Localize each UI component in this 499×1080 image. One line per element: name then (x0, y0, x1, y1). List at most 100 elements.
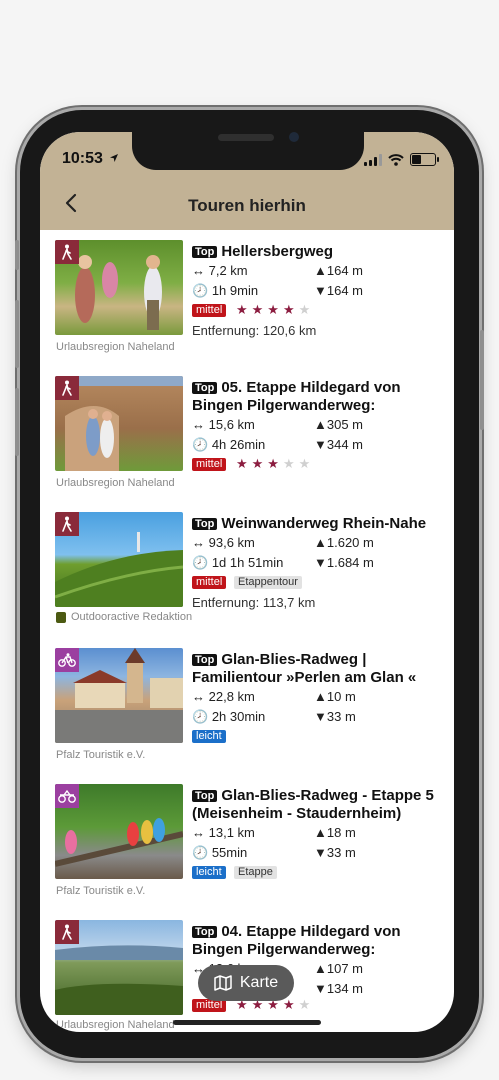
tour-item[interactable]: Urlaubsregion Naheland Top 05. Etappe Hil… (40, 376, 454, 504)
draisine-icon (55, 784, 79, 808)
home-indicator[interactable] (173, 1020, 321, 1025)
tour-name: Top Glan-Blies-Radweg | Familientour »Per… (192, 651, 417, 686)
distance-icon: ↔ (192, 825, 209, 840)
side-button-silent (15, 240, 19, 270)
tour-distance: ↔ 93,6 km (192, 535, 255, 550)
top-badge: Top (192, 518, 218, 530)
hiking-icon (55, 376, 79, 400)
cellular-signal-icon (364, 154, 382, 166)
difficulty-badge: leicht (192, 866, 226, 879)
tour-thumbnail (55, 648, 183, 743)
tour-descent: ▼33 m (314, 709, 356, 724)
clock-icon: 🕗 (192, 555, 212, 570)
hiking-icon (55, 920, 79, 944)
ascent-icon: ▲ (314, 961, 327, 976)
difficulty-badge: leicht (192, 730, 226, 743)
tour-ascent: ▲1.620 m (314, 535, 374, 550)
ascent-icon: ▲ (314, 535, 327, 550)
side-button-volume-down (15, 388, 19, 456)
tour-ascent: ▲305 m (314, 417, 364, 432)
clock-icon: 🕗 (192, 709, 212, 724)
status-icons (364, 152, 439, 166)
top-badge: Top (192, 654, 218, 666)
notch (132, 132, 364, 170)
difficulty-badge: mittel (192, 458, 227, 471)
side-button-volume-up (15, 300, 19, 368)
tour-duration: 🕗 55min (192, 845, 248, 860)
tour-thumbnail (55, 240, 183, 335)
distance-icon: ↔ (192, 689, 209, 704)
distance-icon: ↔ (192, 417, 209, 432)
difficulty-badge: mittel (192, 304, 227, 317)
distance-icon: ↔ (192, 535, 209, 550)
rating-stars: ★★★★★ (236, 302, 315, 317)
tour-descent: ▼344 m (314, 437, 364, 452)
tour-source: Pfalz Touristik e.V. (56, 749, 146, 761)
front-camera (289, 132, 299, 142)
battery-icon (410, 153, 439, 166)
phone-screen: 10:53 Touren hierhin Urlaubsregion Nahel… (40, 132, 454, 1032)
descent-icon: ▼ (314, 845, 327, 860)
tour-duration: 🕗 1h 9min (192, 283, 259, 298)
tour-entfernung: Entfernung: 113,7 km (192, 595, 316, 610)
cycling-icon (55, 648, 79, 672)
ascent-icon: ▲ (314, 417, 327, 432)
source-logo-icon (56, 612, 66, 623)
tour-ascent: ▲164 m (314, 263, 364, 278)
map-icon (214, 975, 232, 991)
type-badge: Etappentour (234, 576, 302, 589)
map-button-label: Karte (239, 974, 279, 991)
tour-distance: ↔ 22,8 km (192, 689, 255, 704)
tour-thumbnail (55, 920, 183, 1015)
tour-item[interactable]: Pfalz Touristik e.V. Top Glan-Blies-Radwe… (40, 648, 454, 776)
top-badge: Top (192, 926, 218, 938)
tour-thumbnail (55, 512, 183, 607)
tour-name: Top 04. Etappe Hildegard von Bingen Pilge… (192, 923, 401, 958)
speaker (218, 134, 274, 141)
tour-item[interactable]: Outdooractive Redaktion Top Weinwanderweg… (40, 512, 454, 640)
ascent-icon: ▲ (314, 263, 327, 278)
tour-name: Top Weinwanderweg Rhein-Nahe (192, 515, 442, 533)
page-title: Touren hierhin (188, 196, 306, 215)
tour-thumbnail (55, 784, 183, 879)
tour-distance: ↔ 15,6 km (192, 417, 255, 432)
tour-thumbnail (55, 376, 183, 471)
clock-icon: 🕗 (192, 283, 212, 298)
top-badge: Top (192, 382, 218, 394)
tour-item[interactable]: Urlaubsregion Naheland Top Hellersbergweg… (40, 240, 454, 368)
tour-source: Pfalz Touristik e.V. (56, 885, 146, 897)
type-badge: Etappe (234, 866, 277, 879)
tour-descent: ▼164 m (314, 283, 364, 298)
tour-ascent: ▲10 m (314, 689, 356, 704)
tour-name: Top 05. Etappe Hildegard von Bingen Pilge… (192, 379, 401, 414)
tour-source: Urlaubsregion Naheland (56, 1019, 175, 1031)
top-badge: Top (192, 246, 218, 258)
distance-icon: ↔ (192, 263, 209, 278)
side-button-power (480, 330, 484, 430)
tour-name: Top Hellersbergweg (192, 243, 442, 261)
ascent-icon: ▲ (314, 825, 327, 840)
tour-ascent: ▲107 m (314, 961, 364, 976)
tour-duration: 🕗 1d 1h 51min (192, 555, 284, 570)
hiking-icon (55, 240, 79, 264)
hiking-icon (55, 512, 79, 536)
descent-icon: ▼ (314, 437, 327, 452)
map-button[interactable]: Karte (198, 965, 294, 1001)
difficulty-badge: mittel (192, 576, 227, 589)
clock-icon: 🕗 (192, 845, 212, 860)
tour-ascent: ▲18 m (314, 825, 356, 840)
tour-source: Urlaubsregion Naheland (56, 477, 175, 489)
tour-distance: ↔ 13,1 km (192, 825, 255, 840)
tour-duration: 🕗 4h 26min (192, 437, 266, 452)
descent-icon: ▼ (314, 709, 327, 724)
tour-item[interactable]: Pfalz Touristik e.V. Top Glan-Blies-Radwe… (40, 784, 454, 912)
location-arrow-icon (110, 154, 119, 162)
tour-distance: ↔ 7,2 km (192, 263, 248, 278)
status-time: 10:53 (62, 150, 119, 168)
rating-stars: ★★★★★ (236, 456, 315, 471)
descent-icon: ▼ (314, 981, 327, 996)
tour-duration: 🕗 2h 30min (192, 709, 266, 724)
ascent-icon: ▲ (314, 689, 327, 704)
clock-icon: 🕗 (192, 437, 212, 452)
tour-name: Top Glan-Blies-Radweg - Etappe 5 (Meisenh… (192, 787, 434, 822)
